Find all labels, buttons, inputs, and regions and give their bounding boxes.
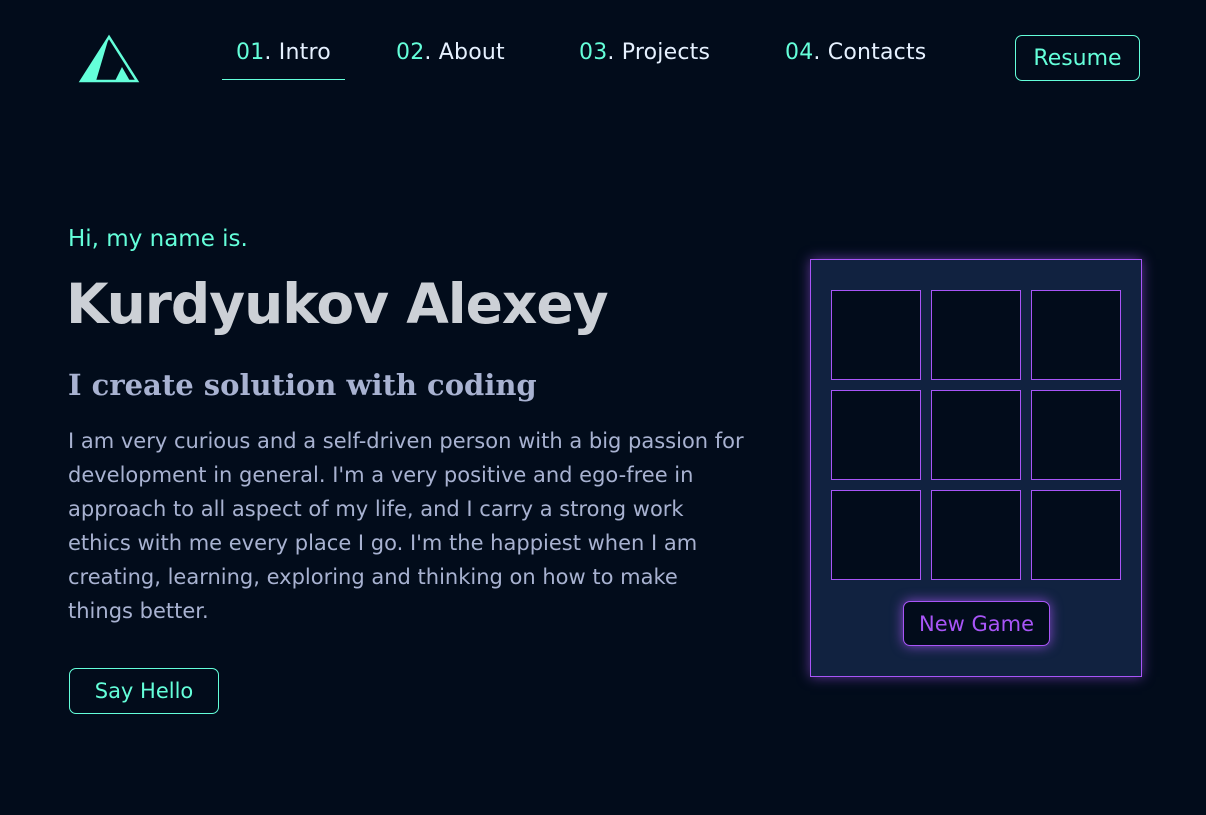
game-cell-1[interactable] <box>831 290 921 380</box>
game-cell-2[interactable] <box>931 290 1021 380</box>
game-cell-3[interactable] <box>1031 290 1121 380</box>
nav-label: . About <box>424 40 505 65</box>
nav-item-intro[interactable]: 01. Intro <box>222 40 345 80</box>
nav-item-about[interactable]: 02. About <box>396 40 505 80</box>
nav-number: 03 <box>579 40 608 65</box>
hero-tagline: I create solution with coding <box>68 368 537 402</box>
nav-item-contacts[interactable]: 04. Contacts <box>785 40 926 80</box>
game-cell-9[interactable] <box>1031 490 1121 580</box>
nav-number: 02 <box>396 40 425 65</box>
nav-number: 01 <box>236 40 265 65</box>
triangle-logo-icon[interactable] <box>78 34 140 84</box>
nav-label: . Intro <box>264 40 331 65</box>
game-cell-7[interactable] <box>831 490 921 580</box>
nav-item-projects[interactable]: 03. Projects <box>579 40 710 80</box>
new-game-button[interactable]: New Game <box>903 601 1050 646</box>
game-cell-6[interactable] <box>1031 390 1121 480</box>
game-cell-8[interactable] <box>931 490 1021 580</box>
game-cell-5[interactable] <box>931 390 1021 480</box>
greeting-text: Hi, my name is. <box>68 226 248 252</box>
hero-bio: I am very curious and a self-driven pers… <box>68 429 744 623</box>
hero-name: Kurdyukov Alexey <box>66 272 609 336</box>
say-hello-button[interactable]: Say Hello <box>69 668 219 714</box>
page: 01. Intro 02. About 03. Projects 04. Con… <box>0 0 1206 815</box>
game-cell-4[interactable] <box>831 390 921 480</box>
resume-button[interactable]: Resume <box>1015 35 1140 81</box>
nav-number: 04 <box>785 40 814 65</box>
nav-label: . Contacts <box>813 40 927 65</box>
tic-tac-toe-game: New Game <box>810 259 1142 677</box>
nav-label: . Projects <box>607 40 711 65</box>
